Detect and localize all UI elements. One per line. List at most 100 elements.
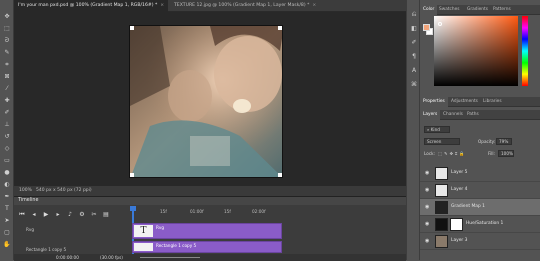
layer-thumbnail	[435, 167, 448, 180]
corner-handle[interactable]	[278, 26, 282, 30]
timeline-clip[interactable]: Rectangle 1 copy 5	[132, 241, 282, 253]
timeline-panel: Timeline ⏮ ◂ ▶ ▸ ♪ ⚙ ✂ ▤ 15f 01:00f 15f …	[14, 196, 406, 261]
split-icon[interactable]: ✂	[90, 211, 98, 219]
layer-row[interactable]: ◉ Hue/Saturation 1	[420, 216, 540, 233]
type-tool-icon[interactable]: T	[3, 206, 11, 212]
image-canvas[interactable]	[129, 25, 283, 178]
eraser-tool-icon[interactable]: ◇	[3, 146, 11, 152]
opacity-input[interactable]: 79%	[496, 138, 512, 145]
frame-tool-icon[interactable]: ⊠	[3, 74, 11, 80]
tab-paths[interactable]: Paths	[464, 110, 482, 120]
eye-icon[interactable]: ◉	[425, 238, 429, 244]
tab-libraries[interactable]: Libraries	[480, 97, 505, 107]
hue-slider[interactable]	[522, 16, 528, 86]
brush-tool-icon[interactable]: ✐	[3, 110, 11, 116]
glyphs-icon[interactable]: ⌘	[410, 82, 418, 88]
eyedropper-tool-icon[interactable]: ⁄	[3, 86, 11, 92]
tick-label: 01:00f	[190, 209, 204, 214]
zoom-slider[interactable]	[140, 257, 200, 258]
document-size: 540 px x 540 px (72 ppi)	[36, 188, 92, 193]
playhead-handle[interactable]	[130, 206, 136, 211]
properties-tabs: Properties Adjustments Libraries	[420, 97, 540, 107]
blend-mode-select[interactable]: Screen	[424, 138, 460, 145]
tab-patterns[interactable]: Patterns	[490, 5, 514, 15]
picker-cursor[interactable]	[438, 22, 442, 26]
layer-row[interactable]: ◉ Layer 5	[420, 165, 540, 182]
corner-handle[interactable]	[278, 173, 282, 177]
move-tool-icon[interactable]: ✥	[3, 14, 11, 20]
hand-tool-icon[interactable]: ✋	[3, 242, 11, 248]
tab-gradients[interactable]: Gradients	[464, 5, 491, 15]
settings-icon[interactable]: ⚙	[78, 211, 86, 219]
paragraph-icon[interactable]: ¶	[410, 54, 418, 60]
tab-label: I'm your man pxd.psd @ 100% (Gradient Ma…	[18, 3, 158, 8]
history-brush-icon[interactable]: ↺	[3, 134, 11, 140]
clip-thumbnail	[134, 243, 153, 251]
fill-label: Fill:	[488, 151, 496, 156]
tab-document-2[interactable]: TEXTURE 12.jpg @ 100% (Gradient Map 1, L…	[170, 0, 320, 12]
rectangle-tool-icon[interactable]: ▢	[3, 230, 11, 236]
healing-brush-icon[interactable]: ✚	[3, 98, 11, 104]
layer-mask-thumbnail	[450, 218, 463, 231]
layer-row[interactable]: ◉ Layer 3	[420, 233, 540, 250]
previous-frame-icon[interactable]: ◂	[30, 211, 38, 219]
close-icon[interactable]: ×	[160, 3, 164, 8]
brush-settings-icon[interactable]: ✐	[410, 40, 418, 46]
tab-color[interactable]: Color	[420, 5, 438, 15]
zoom-level[interactable]: 100%	[19, 186, 32, 196]
tab-document-1[interactable]: I'm your man pxd.psd @ 100% (Gradient Ma…	[14, 0, 169, 12]
fill-input[interactable]: 100%	[498, 150, 514, 157]
tab-properties[interactable]: Properties	[420, 97, 448, 107]
tab-adjustments[interactable]: Adjustments	[448, 97, 481, 107]
blend-mode-value: Screen	[427, 139, 442, 144]
play-icon[interactable]: ▶	[42, 211, 50, 219]
adjustments-icon[interactable]: ◧	[410, 26, 418, 32]
layer-filter-select[interactable]: ⌕ Kind	[424, 126, 450, 133]
eye-icon[interactable]: ◉	[425, 170, 429, 176]
close-icon[interactable]: ×	[312, 3, 316, 8]
corner-handle[interactable]	[130, 26, 134, 30]
blur-tool-icon[interactable]: ●	[3, 170, 11, 176]
dodge-tool-icon[interactable]: ◐	[3, 182, 11, 188]
tick-label: 15f	[224, 209, 231, 214]
timeline-clip[interactable]: T Rvg	[132, 223, 282, 239]
tab-channels[interactable]: Channels	[440, 110, 466, 120]
layer-name: Layer 4	[451, 187, 468, 192]
lock-label: Lock:	[424, 151, 435, 156]
opacity-value: 79%	[499, 139, 509, 144]
track-label[interactable]: Rectangle 1 copy 5	[26, 247, 66, 252]
layer-name: Hue/Saturation 1	[466, 221, 504, 226]
marquee-tool-icon[interactable]: ⬚	[3, 26, 11, 32]
eye-icon[interactable]: ◉	[425, 221, 429, 227]
layer-row[interactable]: ◉ Layer 4	[420, 182, 540, 199]
tab-swatches[interactable]: Swatches	[436, 5, 463, 15]
frame-rate: (30.00 fps)	[100, 255, 123, 260]
quick-select-tool-icon[interactable]: ✎	[3, 50, 11, 56]
layers-tabs: Layers Channels Paths	[420, 110, 540, 120]
type-layer-icon: T	[134, 225, 153, 237]
clone-stamp-icon[interactable]: ⊥	[3, 122, 11, 128]
corner-handle[interactable]	[130, 173, 134, 177]
tab-layers[interactable]: Layers	[420, 110, 441, 120]
lock-icons[interactable]: ⬚✎✥⌗🔒	[438, 151, 467, 157]
color-panel-tabs: Color Swatches Gradients Patterns	[420, 5, 540, 15]
path-select-tool-icon[interactable]: ➤	[3, 218, 11, 224]
foreground-color-swatch[interactable]	[423, 24, 430, 31]
color-picker-field[interactable]	[434, 16, 518, 86]
first-frame-icon[interactable]: ⏮	[18, 211, 26, 219]
next-frame-icon[interactable]: ▸	[54, 211, 62, 219]
lasso-tool-icon[interactable]: ᘐ	[3, 38, 11, 44]
pen-tool-icon[interactable]: ✒	[3, 194, 11, 200]
audio-icon[interactable]: ♪	[66, 211, 74, 219]
layer-row-selected[interactable]: ◉ Gradient Map 1	[420, 199, 540, 216]
eye-icon[interactable]: ◉	[425, 204, 429, 210]
history-icon[interactable]: ⎌	[410, 12, 418, 18]
character-icon[interactable]: A	[410, 68, 418, 74]
tab-label: TEXTURE 12.jpg @ 100% (Gradient Map 1, L…	[174, 3, 310, 8]
transition-icon[interactable]: ▤	[102, 211, 110, 219]
gradient-tool-icon[interactable]: ▭	[3, 158, 11, 164]
track-label[interactable]: Rvg	[26, 227, 34, 232]
eye-icon[interactable]: ◉	[425, 187, 429, 193]
layer-thumbnail	[435, 235, 448, 248]
crop-tool-icon[interactable]: ⌗	[3, 62, 11, 68]
